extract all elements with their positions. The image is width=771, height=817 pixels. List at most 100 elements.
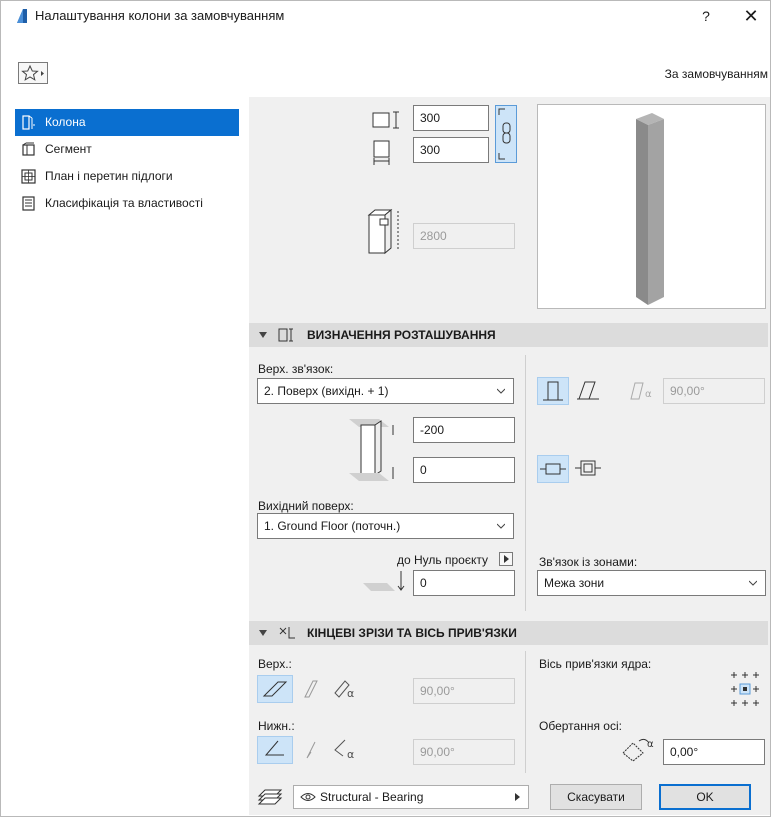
segment-icon (22, 142, 35, 156)
bottom-cut-label: Нижн.: (258, 719, 295, 733)
svg-text:α: α (347, 748, 354, 761)
section-end-cuts-header[interactable]: КІНЦЕВІ ЗРІЗИ ТА ВІСЬ ПРИВ'ЯЗКИ (249, 621, 768, 645)
nav-item-column[interactable]: Колона (15, 109, 239, 136)
nav-item-classification[interactable]: Класифікація та властивості (15, 190, 239, 217)
chevron-down-icon (749, 580, 757, 586)
preset-name: За замовчуванням (664, 67, 768, 81)
nav-item-label: План і перетин підлоги (45, 169, 173, 183)
chain-link-icon (498, 108, 511, 160)
depth-dimension-icon (373, 140, 390, 165)
project-zero-input[interactable]: 0 (413, 570, 515, 596)
chevron-down-icon (497, 523, 505, 529)
top-link-value: 2. Поверх (вихідн. + 1) (264, 384, 389, 398)
slant-angle-icon: α (630, 382, 652, 400)
svg-text:α: α (347, 687, 354, 700)
column-icon (22, 115, 35, 130)
layer-icon (257, 789, 283, 805)
floor-plan-icon (21, 169, 36, 184)
help-button[interactable]: ? (691, 5, 721, 27)
vertical-column-icon (543, 381, 563, 401)
collapse-triangle-icon (259, 630, 267, 636)
bottom-cut-perpendicular-toggle[interactable] (257, 736, 293, 764)
bottom-cut-angle-input[interactable]: 90,00° (413, 739, 515, 765)
elevation-icon (363, 571, 405, 591)
home-story-value: 1. Ground Floor (поточн.) (264, 519, 401, 533)
bottom-cut-perpendicular-icon (264, 740, 284, 756)
section-positioning-title: ВИЗНАЧЕННЯ РОЗТАШУВАННЯ (307, 328, 496, 342)
bottom-cut-custom-angle-icon[interactable]: α (331, 736, 361, 764)
axis-rotation-label: Обертання осі: (539, 719, 622, 733)
core-veneer-outline-icon (575, 460, 601, 476)
svg-text:α: α (645, 389, 652, 400)
core-veneer-icon (540, 463, 566, 475)
top-link-select[interactable]: 2. Поверх (вихідн. + 1) (257, 378, 514, 404)
nav-item-label: Сегмент (45, 142, 92, 156)
archicad-app-icon (17, 9, 27, 23)
anchor-point-selector[interactable] (725, 669, 765, 709)
dialog-title: Налаштування колони за замовчуванням (35, 8, 285, 23)
section-positioning-header[interactable]: ВИЗНАЧЕННЯ РОЗТАШУВАННЯ (249, 323, 768, 347)
column-divider (525, 651, 526, 773)
nav-item-segment[interactable]: Сегмент (15, 136, 239, 163)
top-link-label: Верх. зв'язок: (258, 362, 334, 376)
tab-page-list: Колона Сегмент План і перетин підлоги Кл… (15, 109, 239, 217)
anchor-axis-label: Вісь прив'язки ядра: (539, 657, 652, 671)
title-bar: Налаштування колони за замовчуванням ? ✕ (1, 1, 770, 31)
slant-angle-input[interactable]: 90,00° (663, 378, 765, 404)
column-preview-graphic (636, 113, 664, 305)
star-icon (21, 64, 44, 81)
top-cut-vertical-icon[interactable] (299, 677, 323, 701)
column-offset-icon (349, 419, 394, 481)
chevron-down-icon (497, 388, 505, 394)
zone-relation-label: Зв'язок із зонами: (539, 555, 638, 569)
slanted-column-icon (577, 381, 599, 400)
close-button[interactable]: ✕ (736, 5, 766, 27)
link-dimensions-toggle[interactable] (495, 105, 517, 163)
positioning-icon (278, 328, 293, 342)
zone-relation-value: Межа зони (544, 576, 605, 590)
height-input[interactable]: 2800 (413, 223, 515, 249)
reference-level-button[interactable] (499, 552, 513, 566)
nav-item-label: Класифікація та властивості (45, 196, 203, 210)
home-story-label: Вихідний поверх: (258, 499, 354, 513)
top-offset-input[interactable]: -200 (413, 417, 515, 443)
nav-item-floor-plan[interactable]: План і перетин підлоги (15, 163, 239, 190)
ok-button[interactable]: OK (659, 784, 751, 810)
top-cut-perpendicular-toggle[interactable] (257, 675, 293, 703)
slanted-column-toggle[interactable] (573, 377, 605, 405)
layer-select[interactable]: Structural - Bearing (293, 785, 529, 809)
bottom-cut-vertical-icon[interactable] (299, 738, 323, 762)
top-cut-label: Верх.: (258, 657, 292, 671)
depth-input[interactable]: 300 (413, 137, 489, 163)
project-zero-label: до Нуль проєкту (397, 553, 488, 567)
top-cut-angle-input[interactable]: 90,00° (413, 678, 515, 704)
axis-rotation-input[interactable]: 0,00° (663, 739, 765, 765)
cancel-button[interactable]: Скасувати (550, 784, 642, 810)
top-cut-perpendicular-icon (262, 681, 288, 697)
rotation-angle-icon: α (622, 738, 654, 762)
eye-icon (300, 793, 316, 801)
triangle-right-icon (504, 555, 509, 563)
column-divider (525, 355, 526, 611)
section-end-cuts-title: КІНЦЕВІ ЗРІЗИ ТА ВІСЬ ПРИВ'ЯЗКИ (307, 626, 517, 640)
width-input[interactable]: 300 (413, 105, 489, 131)
layer-name: Structural - Bearing (320, 790, 424, 804)
cross-section-rectangular-toggle[interactable] (537, 455, 569, 483)
dialog-window: Налаштування колони за замовчуванням ? ✕… (0, 0, 771, 817)
home-story-select[interactable]: 1. Ground Floor (поточн.) (257, 513, 514, 539)
zone-relation-select[interactable]: Межа зони (537, 570, 766, 596)
classification-icon (22, 196, 35, 211)
width-dimension-icon (372, 111, 399, 129)
svg-text:α: α (647, 739, 654, 750)
favorites-button[interactable] (18, 62, 48, 84)
top-cut-custom-angle-icon[interactable]: α (331, 675, 361, 703)
column-height-icon (367, 208, 399, 255)
vertical-column-toggle[interactable] (537, 377, 569, 405)
end-cut-icon (279, 627, 295, 639)
collapse-triangle-icon (259, 332, 267, 338)
triangle-right-icon (515, 793, 520, 801)
cross-section-complex-toggle[interactable] (573, 455, 605, 483)
nav-item-label: Колона (45, 115, 86, 129)
bottom-offset-input[interactable]: 0 (413, 457, 515, 483)
column-3d-preview (537, 104, 766, 309)
